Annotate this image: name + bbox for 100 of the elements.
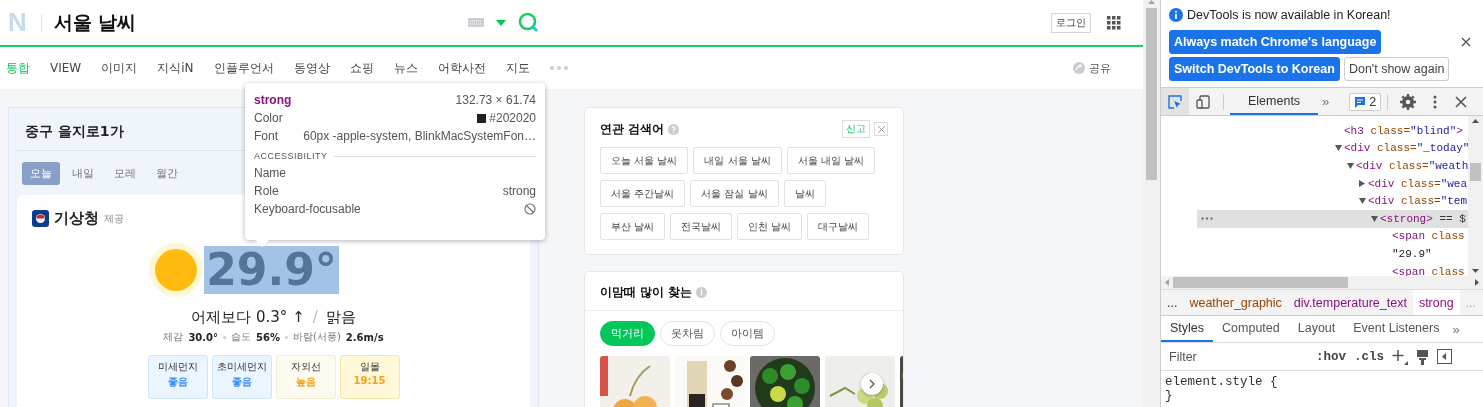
dom-node-line[interactable]: <span class	[1392, 265, 1465, 276]
search-tab[interactable]: 지식iN	[157, 59, 194, 77]
scroll-thumb[interactable]	[1146, 8, 1157, 180]
expanded-triangle-icon[interactable]	[1371, 215, 1378, 222]
property-label: Role	[254, 184, 279, 198]
expanded-triangle-icon[interactable]	[1347, 163, 1354, 169]
tree-scrollbar[interactable]	[1468, 116, 1483, 276]
hover-state-button[interactable]: :hov	[1316, 349, 1346, 364]
pane-tab[interactable]: Styles	[1161, 316, 1214, 343]
dom-node-line[interactable]: <h3 class="blind">	[1344, 124, 1463, 137]
dom-node-line[interactable]: <span class	[1392, 230, 1465, 243]
related-search-chip[interactable]: 날씨	[783, 180, 826, 207]
property-label: Color	[254, 111, 283, 125]
provider-note: 제공	[104, 211, 124, 226]
separator: /	[312, 308, 318, 327]
dom-node-line[interactable]: <div class="wea	[1368, 177, 1468, 190]
share-icon	[1073, 62, 1085, 74]
search-tab[interactable]: 인플루언서	[213, 59, 274, 77]
scroll-thumb[interactable]	[1173, 277, 1348, 289]
temperature-comparison: 어제보다 0.3° ↑	[191, 308, 305, 327]
chevron-right-icon[interactable]	[869, 379, 875, 389]
more-tabs-button[interactable]: »	[1322, 94, 1330, 109]
collapsed-triangle-icon[interactable]	[1359, 180, 1365, 188]
category-tab[interactable]: 옷차림	[660, 321, 715, 346]
indicator-value: 좋음	[231, 375, 252, 389]
more-icon[interactable]	[1201, 216, 1213, 220]
related-search-chip[interactable]: 오늘 서울 날씨	[600, 147, 689, 174]
detail-value: 30.0°	[188, 331, 219, 343]
breadcrumb[interactable]: weather_graphic	[1183, 290, 1288, 316]
dom-node-line[interactable]: <div class="_today"	[1344, 142, 1468, 155]
category-tab[interactable]: 아이템	[720, 321, 775, 346]
search-icon[interactable]	[518, 12, 539, 33]
notice-button[interactable]: Switch DevTools to Korean	[1169, 56, 1340, 81]
property-label: Keyboard-focusable	[254, 202, 361, 216]
day-tab[interactable]: 내일	[64, 162, 102, 185]
notice-text: DevTools is now available in Korean!	[1187, 7, 1391, 22]
search-tab[interactable]: 뉴스	[393, 59, 418, 77]
breadcrumb[interactable]: strong	[1412, 290, 1460, 316]
panel-tab[interactable]: Elements	[1230, 88, 1319, 115]
issues-button[interactable]: 2	[1349, 92, 1382, 111]
scroll-left-icon[interactable]	[1165, 279, 1169, 287]
scroll-up-icon[interactable]	[1472, 119, 1479, 123]
pane-tab[interactable]: Layout	[1288, 316, 1345, 343]
inspect-element-icon[interactable]	[1161, 88, 1189, 115]
add-rule-icon[interactable]	[1392, 348, 1409, 365]
css-selector: element.style	[1165, 375, 1263, 389]
element-tag: strong	[254, 93, 292, 107]
scroll-right-icon[interactable]	[1475, 279, 1479, 287]
search-tab[interactable]: VIEW	[50, 61, 82, 75]
provider-name: 기상청	[54, 209, 99, 228]
scroll-down-icon[interactable]	[1472, 269, 1479, 273]
notice-button[interactable]: Always match Chrome's language	[1169, 29, 1382, 54]
property-label: Name	[254, 166, 286, 180]
horizontal-scrollbar[interactable]	[1161, 276, 1483, 291]
css-brace: {	[1270, 375, 1278, 389]
indicator-label: 자외선	[290, 360, 321, 374]
search-tab[interactable]: 동영상	[293, 59, 330, 77]
related-search-chip[interactable]: 대구날씨	[807, 213, 870, 240]
login-button[interactable]: 로그인	[1051, 12, 1091, 33]
related-search-chip[interactable]: 내일 서울 날씨	[693, 147, 782, 174]
detail-label: 습도	[231, 330, 252, 344]
day-tab[interactable]: 모레	[106, 162, 144, 185]
related-search-chip[interactable]: 서울 잠실 날씨	[690, 180, 779, 207]
dom-node-line[interactable]: <div class="weath	[1356, 160, 1468, 172]
grid-menu-icon[interactable]	[1107, 15, 1121, 30]
sidebar-toggle-icon[interactable]	[1437, 349, 1453, 365]
breadcrumb-more[interactable]: ...	[1161, 295, 1184, 310]
related-search-chip[interactable]: 서울 주간날씨	[600, 180, 686, 207]
search-tab[interactable]: 이미지	[101, 59, 138, 77]
share-button[interactable]: 공유	[1067, 59, 1117, 77]
more-tabs-button[interactable]: »	[1452, 321, 1460, 337]
message-icon	[1354, 95, 1367, 108]
expanded-triangle-icon[interactable]	[1335, 145, 1342, 152]
class-button[interactable]: .cls	[1354, 349, 1385, 364]
search-tab[interactable]: 지도	[505, 59, 530, 77]
dom-node-line[interactable]: <div class="tem	[1368, 195, 1468, 208]
section-title: 연관 검색어	[600, 120, 665, 138]
breadcrumb[interactable]: div.temperature_text	[1287, 290, 1413, 316]
section-heading: ACCESSIBILITY	[254, 151, 328, 161]
caret-down-icon[interactable]	[496, 19, 506, 26]
expanded-triangle-icon[interactable]	[1359, 198, 1366, 205]
related-search-chip[interactable]: 인천 날씨	[737, 213, 803, 240]
day-tab[interactable]: 월간	[148, 162, 186, 185]
dom-node-line[interactable]: "29.9"	[1392, 247, 1432, 260]
indicator-value: 높음	[295, 375, 316, 389]
related-search-chip[interactable]: 부산 날씨	[600, 213, 666, 240]
scroll-thumb[interactable]	[1470, 163, 1481, 181]
close-icon[interactable]	[1461, 36, 1471, 47]
paint-icon[interactable]	[1416, 348, 1430, 365]
related-search-chip[interactable]: 전국날씨	[670, 213, 733, 240]
indicator-value: 좋음	[167, 375, 188, 389]
pane-tab[interactable]: Event Listeners	[1344, 316, 1449, 343]
page-scrollbar[interactable]	[1143, 0, 1160, 407]
related-search-chip[interactable]: 서울 내일 날씨	[786, 147, 876, 174]
pane-tab[interactable]: Computed	[1213, 316, 1289, 343]
temperature: 29.9°	[204, 246, 339, 294]
search-tab[interactable]: 쇼핑	[349, 59, 374, 77]
notice-button[interactable]: Don't show again	[1343, 56, 1450, 81]
search-tab[interactable]: 어학사전	[437, 59, 486, 77]
weather-condition: 맑음	[325, 308, 356, 327]
